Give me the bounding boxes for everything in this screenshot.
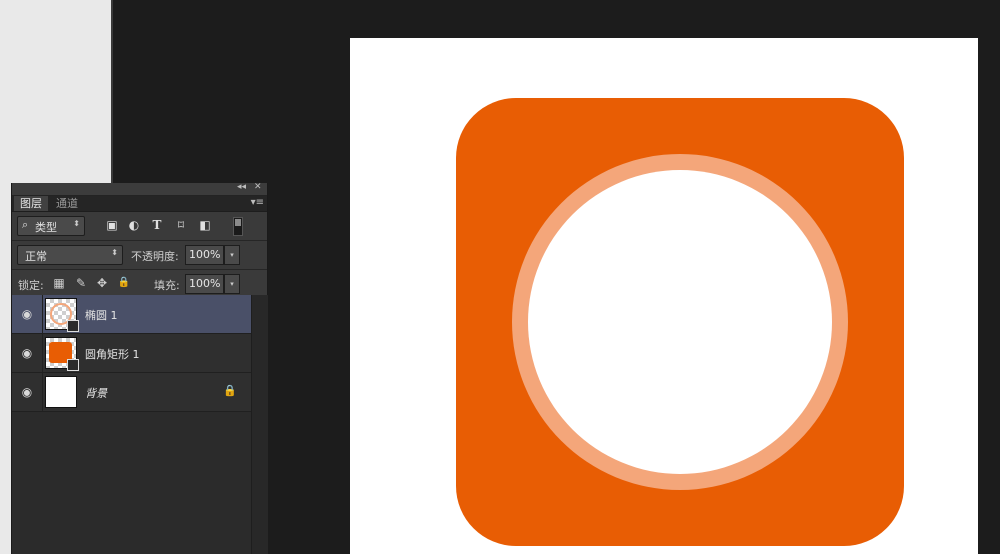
blend-mode-select[interactable]: 正常 ⬍ (17, 245, 123, 265)
ellipse-inner (528, 170, 832, 474)
column-divider (42, 295, 43, 333)
layer-name[interactable]: 椭圆 1 (85, 307, 118, 323)
layer-list-scrollbar[interactable] (251, 295, 268, 554)
layer-thumbnail[interactable] (45, 376, 77, 408)
layer-lock-icon: 🔒 (223, 384, 237, 397)
close-panel-icon[interactable]: ✕ (254, 182, 262, 192)
column-divider (42, 373, 43, 411)
eye-icon[interactable]: ◉ (20, 307, 34, 321)
fill-dropdown-icon[interactable]: ▾ (224, 274, 240, 294)
shape-layer-badge-icon (67, 320, 79, 332)
layer-thumbnail[interactable] (45, 298, 79, 332)
blend-opacity-row: 正常 ⬍ 不透明度: 100% ▾ (12, 241, 267, 270)
lock-all-icon[interactable]: 🔒 (117, 276, 131, 290)
lock-label: 锁定: (18, 279, 44, 292)
shape-layer-badge-icon (67, 359, 79, 371)
filter-type-value: 类型 (35, 221, 57, 234)
smart-object-filter-icon[interactable]: ◧ (198, 218, 212, 232)
opacity-label: 不透明度: (131, 250, 179, 263)
text-filter-icon[interactable]: T (150, 218, 164, 232)
layer-filter-row: ⌕ 类型 ⬍ ▣ ◐ T ⌑ ◧ (12, 212, 267, 241)
layer-name[interactable]: 背景 (85, 385, 107, 401)
shape-filter-icon[interactable]: ⌑ (174, 218, 188, 232)
opacity-dropdown-icon[interactable]: ▾ (224, 245, 240, 265)
lock-transparent-icon[interactable]: ▦ (52, 276, 66, 290)
collapse-panel-icon[interactable]: ◂◂ (237, 182, 246, 192)
eye-icon[interactable]: ◉ (20, 385, 34, 399)
layer-list: ◉ 椭圆 1 ◉ 圆角矩形 1 ◉ 背景 🔒 (12, 295, 251, 554)
adjustment-filter-icon[interactable]: ◐ (127, 218, 141, 232)
fill-input[interactable]: 100% (185, 274, 224, 294)
filter-toggle-switch[interactable] (233, 217, 243, 236)
canvas-artwork (456, 98, 904, 546)
layers-panel: ◂◂ ✕ 图层 通道 ▾≡ ⌕ 类型 ⬍ ▣ ◐ T ⌑ ◧ 正常 ⬍ 不透明度… (11, 182, 268, 554)
fill-label: 填充: (154, 279, 180, 292)
panel-menu-icon[interactable]: ▾≡ (251, 197, 264, 208)
lock-move-icon[interactable]: ✥ (95, 276, 109, 290)
panel-title-bar: ◂◂ ✕ (12, 182, 267, 196)
chevron-updown-icon: ⬍ (73, 219, 80, 228)
layer-name[interactable]: 圆角矩形 1 (85, 346, 140, 362)
opacity-input[interactable]: 100% (185, 245, 224, 265)
layer-row-background[interactable]: ◉ 背景 🔒 (12, 373, 251, 412)
tab-channels[interactable]: 通道 (50, 196, 84, 211)
blend-mode-value: 正常 (25, 250, 47, 263)
panel-tabs: 图层 通道 ▾≡ (12, 196, 267, 212)
layer-row-ellipse[interactable]: ◉ 椭圆 1 (12, 295, 251, 334)
eye-icon[interactable]: ◉ (20, 346, 34, 360)
image-filter-icon[interactable]: ▣ (105, 218, 119, 232)
layer-thumbnail[interactable] (45, 337, 79, 371)
tab-layers[interactable]: 图层 (14, 196, 48, 211)
search-icon: ⌕ (22, 218, 29, 231)
layer-row-rounded-rect[interactable]: ◉ 圆角矩形 1 (12, 334, 251, 373)
filter-type-select[interactable]: ⌕ 类型 ⬍ (17, 216, 85, 236)
column-divider (42, 334, 43, 372)
document-canvas[interactable] (350, 38, 978, 554)
chevron-updown-icon: ⬍ (111, 248, 118, 257)
lock-paint-icon[interactable]: ✎ (74, 276, 88, 290)
